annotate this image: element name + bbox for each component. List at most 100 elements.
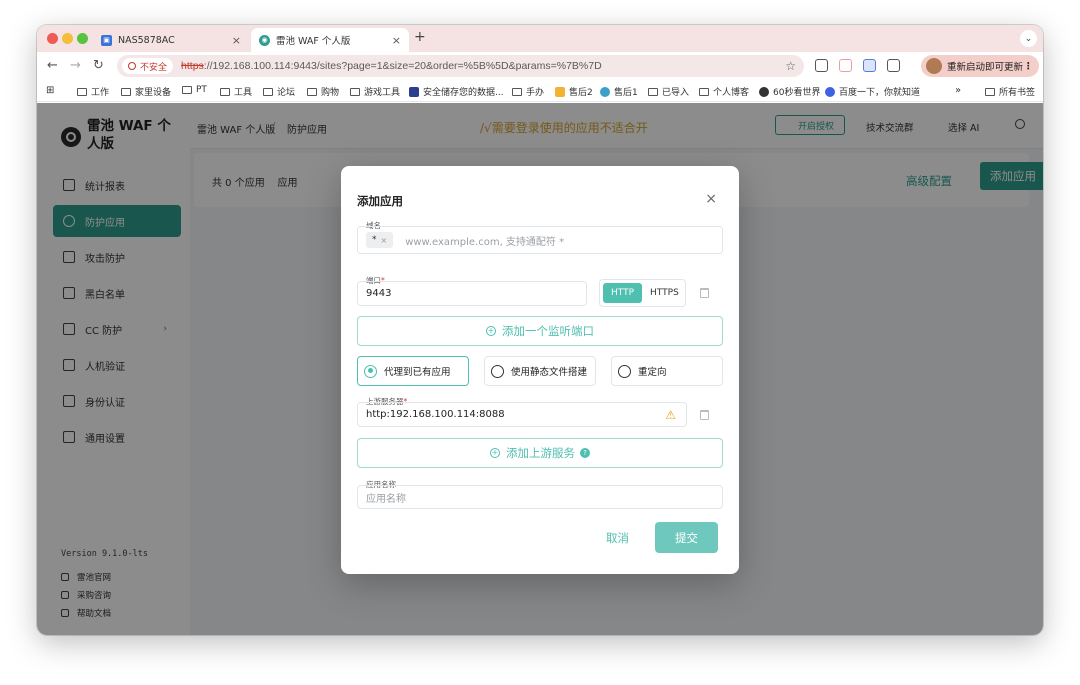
protocol-https[interactable]: HTTPS [642,283,687,303]
bookmark-link[interactable]: 安全储存您的数据... [409,85,504,98]
bookmark-label: 工作 [91,88,110,98]
port-input[interactable]: 9443 [357,281,587,306]
bookmark-folder[interactable]: 工作 [77,85,109,98]
bookmark-folder[interactable]: 游戏工具 [350,85,400,98]
avatar[interactable] [925,58,942,74]
app-name-input[interactable]: 应用名称 [357,485,723,509]
delete-port-icon[interactable] [700,288,709,298]
radio-unselected[interactable] [618,364,631,378]
bookmark-label: 手办 [526,88,545,98]
delete-upstream-icon[interactable] [700,410,709,420]
close-icon[interactable]: × [392,34,401,47]
plus-circle-icon: + [490,448,500,458]
mode-static[interactable]: 使用静态文件搭建 [484,356,596,386]
more-bookmarks-icon[interactable]: » [955,85,961,96]
mode-label: 代理到已有应用 [384,367,451,378]
close-icon[interactable]: × [381,236,388,245]
mode-redirect[interactable]: 重定向 [611,356,723,386]
puzzle-icon[interactable] [887,59,900,72]
extension-icon[interactable] [815,59,828,72]
dialog-title: 添加应用 [357,194,403,208]
mode-label: 使用静态文件搭建 [511,367,588,378]
bookmark-folder[interactable]: 手办 [512,85,544,98]
security-label: 不安全 [140,62,168,73]
mode-label: 重定向 [638,367,667,378]
protocol-http[interactable]: HTTP [603,283,643,303]
bookmark-link[interactable]: 售后2 [555,85,593,98]
bookmark-folder[interactable]: 工具 [220,85,252,98]
add-upstream-button[interactable]: + 添加上游服务 ? [357,438,723,468]
add-upstream-label: 添加上游服务 [506,446,575,460]
protocol-toggle: HTTP HTTPS [599,279,686,307]
bookmark-link[interactable]: 百度一下，你就知道 [825,85,920,98]
site-icon [600,86,610,97]
minimize-window-button[interactable] [62,33,73,44]
folder-icon [699,87,709,96]
tab-safeline[interactable]: ◉ 雷池 WAF 个人版 × [251,28,409,52]
folder-icon [350,87,360,96]
apps-grid-icon[interactable]: ⊞ [46,85,54,96]
update-label: 重新启动即可更新 [946,62,1023,73]
bookmark-link[interactable]: 售后1 [600,85,638,98]
folder-icon [263,87,273,96]
bookmark-label: 购物 [321,88,340,98]
close-icon[interactable]: × [705,191,717,207]
cancel-button[interactable]: 取消 [606,530,629,546]
url-text: https://192.168.100.114:9443/sites?page=… [181,60,602,72]
close-icon[interactable]: × [232,34,241,47]
safeline-icon: ◉ [259,34,270,46]
radio-selected[interactable] [364,364,377,378]
bookmark-star-icon[interactable]: ☆ [785,59,796,73]
domain-input[interactable]: * × www.example.com, 支持通配符 * [357,226,723,254]
address-bar[interactable]: 不安全 https://192.168.100.114:9443/sites?p… [117,55,804,77]
update-button[interactable]: 重新启动即可更新 ⋮ [920,55,1039,77]
bookmark-folder[interactable]: 购物 [307,85,339,98]
bookmark-label: 百度一下，你就知道 [839,88,921,98]
upstream-input[interactable]: http:192.168.100.114:8088 ⚠ [357,402,687,427]
folder-icon [182,86,192,94]
mode-proxy[interactable]: 代理到已有应用 [357,356,469,386]
bookmark-folder[interactable]: 家里设备 [121,85,171,98]
add-port-button[interactable]: + 添加一个监听端口 [357,316,723,346]
nas-icon: ▣ [101,34,112,46]
bookmark-folder[interactable]: PT [182,85,207,95]
folder-icon [512,87,522,96]
bookmark-link[interactable]: 60秒看世界 [759,85,820,98]
bookmark-folder[interactable]: 个人博客 [699,85,749,98]
more-icon[interactable]: ⋮ [1024,61,1034,72]
bookmark-folder[interactable]: 已导入 [648,85,689,98]
port-value: 9443 [366,288,392,299]
maximize-window-button[interactable] [77,33,88,44]
reload-icon[interactable]: ↻ [93,58,104,73]
folder-icon [77,87,87,96]
url-path: ://192.168.100.114:9443/sites?page=1&siz… [203,60,602,72]
bookmark-label: 所有书签 [999,88,1036,98]
help-icon[interactable]: ? [580,448,590,458]
add-port-label: 添加一个监听端口 [502,324,594,338]
chevron-down-icon[interactable]: ⌄ [1020,30,1037,47]
bookmark-label: 工具 [234,88,253,98]
extension-icon[interactable] [863,59,876,72]
extension-icon[interactable] [839,59,852,72]
forward-icon[interactable]: → [70,58,81,73]
submit-button[interactable]: 提交 [655,522,718,553]
tab-title: 雷池 WAF 个人版 [276,36,351,47]
bookmarks-bar: ⊞ 工作 家里设备 PT 工具 论坛 购物 游戏工具 安全储存您的数据... 手… [37,80,1043,102]
back-icon[interactable]: ← [47,58,58,73]
close-window-button[interactable] [47,33,58,44]
tab-strip: ▣ NAS5878AC × ◉ 雷池 WAF 个人版 × + ⌄ [37,25,1043,52]
site-icon [555,86,565,97]
bookmark-folder[interactable]: 论坛 [263,85,295,98]
bookmark-label: PT [196,85,207,95]
all-bookmarks[interactable]: 所有书签 [985,85,1035,98]
new-tab-button[interactable]: + [414,29,426,45]
site-icon [759,86,769,97]
domain-chip[interactable]: * × [366,232,394,248]
folder-icon [985,87,995,96]
bookmark-label: 游戏工具 [364,88,401,98]
radio-unselected[interactable] [491,364,504,378]
security-indicator[interactable]: 不安全 [122,58,174,74]
browser-toolbar: ← → ↻ 不安全 https://192.168.100.114:9443/s… [37,52,1043,80]
tab-nas[interactable]: ▣ NAS5878AC × [93,28,249,52]
bookmark-label: 售后1 [614,88,638,98]
